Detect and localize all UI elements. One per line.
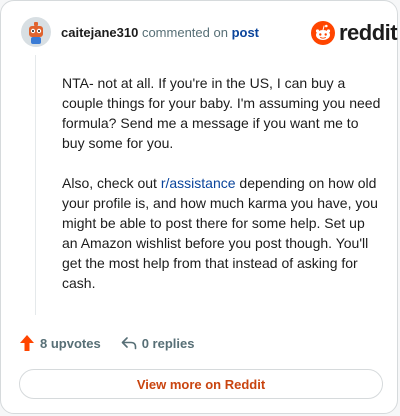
avatar-image <box>21 17 51 47</box>
reply-arrow-icon <box>121 337 136 350</box>
upvote-arrow-icon <box>20 335 34 351</box>
comment-paragraph-2: Also, check out r/assistance depending o… <box>62 173 382 293</box>
replies-button[interactable]: 0 replies <box>121 335 195 351</box>
user-avatar[interactable] <box>21 17 51 47</box>
upvote-button[interactable]: 8 upvotes <box>19 334 101 352</box>
author-username[interactable]: caitejane310 <box>61 25 138 40</box>
thread-line <box>35 55 36 315</box>
comment-header: caitejane310 commented on post <box>61 25 259 40</box>
subreddit-link[interactable]: r/assistance <box>161 175 236 191</box>
reddit-wordmark: reddit <box>339 20 398 45</box>
reddit-snoo-icon <box>311 21 335 45</box>
commented-on-text: commented on <box>138 25 232 40</box>
comment-actions: 8 upvotes 0 replies <box>19 334 194 352</box>
comment-body: NTA- not at all. If you're in the US, I … <box>62 73 382 313</box>
upvote-count: 8 upvotes <box>40 335 101 351</box>
paragraph-2-text-after: depending on how old your profile is, an… <box>62 175 378 291</box>
reddit-brand[interactable]: reddit <box>311 20 398 45</box>
paragraph-2-text-before: Also, check out <box>62 175 161 191</box>
view-more-button[interactable]: View more on Reddit <box>19 369 383 399</box>
post-link[interactable]: post <box>232 25 259 40</box>
reply-count: 0 replies <box>141 335 195 351</box>
comment-paragraph-1: NTA- not at all. If you're in the US, I … <box>62 75 381 151</box>
embedded-comment-card: caitejane310 commented on post reddit NT… <box>0 0 398 414</box>
